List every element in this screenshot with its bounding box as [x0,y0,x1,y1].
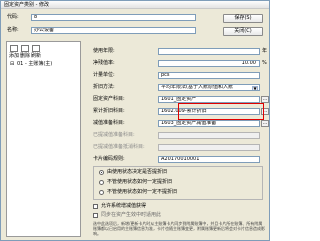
allow-system-value-checkbox[interactable] [93,204,98,209]
provisioned-impairment-label: 已提减值准备科目: [93,132,135,138]
tree-item-main-ledger[interactable]: 01 - 主账簿(主) [17,61,52,68]
close-button[interactable]: 关闭(C) [223,27,263,36]
card-code-rule-input[interactable]: A20170010001 [158,156,260,163]
radio-always-depreciate-label[interactable]: 不管使用状态如何一定提折旧 [107,179,172,186]
useful-life-unit: 年 [262,48,268,54]
impairment-account-browse-button[interactable]: … [261,120,269,127]
save-button[interactable]: 保存(S) [223,14,263,23]
depreciation-method-value: 平均年限法(基于入账原值和入账 [161,84,233,90]
accumulated-depreciation-label: 累计折旧科目: [93,108,125,114]
radio-never-depreciate-label[interactable]: 不管使用状态如何一定不提折旧 [107,189,177,196]
chevron-down-icon[interactable]: ▼ [252,86,258,90]
depreciation-method-label: 折旧方法: [93,84,115,90]
delete-icon[interactable] [21,45,29,52]
sync-asset-checkbox[interactable] [93,213,98,218]
fixed-asset-account-input[interactable]: 1601_固定资产 [158,96,260,103]
impairment-account-label: 减值准备科目: [93,120,125,126]
code-input[interactable]: 8 [31,14,196,21]
radio-depreciation-by-status[interactable] [99,170,104,175]
residual-rate-label: 净残值率: [93,60,115,66]
radio-depreciation-by-status-label[interactable]: 由使用状态决定是否提折旧 [107,169,167,176]
card-code-rule-label: 卡片编码规则: [93,156,125,162]
add-icon[interactable] [10,45,18,52]
fixed-asset-account-browse-button[interactable]: … [261,96,269,103]
depreciation-method-select[interactable]: 平均年限法(基于入账原值和入账 ▼ [158,84,260,91]
note-text: 选中此选项后，新增/更新卡片时从主账簿卡片同步到附属账簿中，并且卡片所在账簿、所… [93,221,265,236]
delete-tool-label[interactable]: 删除 [20,53,30,60]
refresh-icon[interactable] [32,45,40,52]
window-title: 固定资产类别 - 修改 [1,1,269,9]
unit-input[interactable]: pcs [158,72,260,79]
sync-asset-label[interactable]: 同步在资产生效中时适用此 [101,212,161,219]
highlight-box [178,103,264,120]
useful-life-input[interactable] [158,48,260,55]
provisioned-impairment-input [158,132,260,139]
residual-rate-input[interactable]: 10.00 [158,60,260,67]
unit-label: 计量单位: [93,72,115,78]
name-label: 名称: [7,27,19,33]
useful-life-label: 使用年限: [93,48,115,54]
radio-never-depreciate[interactable] [99,190,104,195]
impairment-offset-label: 已提减值准备抵消科目: [93,144,145,150]
impairment-account-input[interactable]: 1603_固定资产减值准备 [158,120,260,127]
fixed-asset-account-label: 固定资产科目: [93,96,125,102]
refresh-tool-label[interactable]: 刷新 [31,53,41,60]
radio-always-depreciate[interactable] [99,180,104,185]
category-edit-window: 固定资产类别 - 修改 代码: 8 名称: 办公设备 保存(S) 关闭(C) 添… [0,0,270,241]
tree-expand-icon[interactable]: ⊟ [10,61,14,68]
residual-rate-unit: % [262,60,267,66]
add-tool-label[interactable]: 添加 [9,53,19,60]
name-input[interactable]: 办公设备 [31,27,196,34]
code-label: 代码: [7,14,19,20]
tree-panel: 添加 删除 刷新 ⊟ 01 - 主账簿(主) [6,41,81,237]
allow-system-value-label[interactable]: 允许系统增减值获得 [101,203,146,210]
impairment-offset-input [158,144,260,151]
